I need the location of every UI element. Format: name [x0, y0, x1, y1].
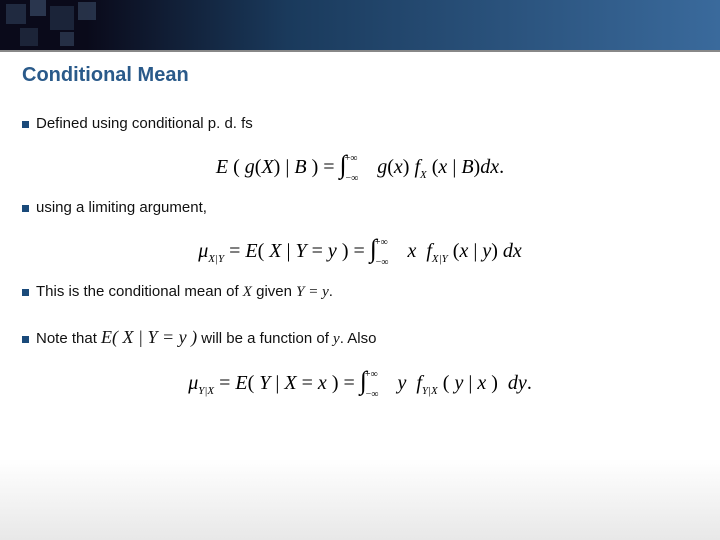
equation-3: μY|X = E( Y | X = x ) = ∫+∞−∞ y fY|X ( y… — [22, 358, 698, 413]
b4-pre: Note that — [36, 330, 101, 347]
equation-1: E ( g(X) | B ) = ∫+∞−∞ g(x) fX (x | B)dx… — [22, 142, 698, 197]
page-title: Conditional Mean — [0, 50, 720, 87]
equation-2: μX|Y = E( X | Y = y ) = ∫+∞−∞ x fX|Y (x … — [22, 226, 698, 281]
bullet-4-text: Note that E( X | Y = y ) will be a funct… — [36, 325, 376, 350]
header-decor — [0, 0, 130, 50]
bullet-2-text: using a limiting argument, — [36, 197, 207, 218]
bullet-3-text: This is the conditional mean of X given … — [36, 281, 333, 303]
b4-post1: will be a function of — [197, 330, 333, 347]
b4-post2: . Also — [340, 330, 377, 347]
b3-post: . — [329, 283, 333, 300]
b4-var: y — [333, 331, 340, 347]
content-area: Defined using conditional p. d. fs E ( g… — [0, 87, 720, 413]
b3-mid: given — [252, 283, 296, 300]
bullet-1-text: Defined using conditional p. d. fs — [36, 113, 253, 134]
bullet-2: using a limiting argument, — [22, 197, 698, 218]
bullet-4: Note that E( X | Y = y ) will be a funct… — [22, 325, 698, 350]
bullet-icon — [22, 205, 29, 212]
bullet-icon — [22, 289, 29, 296]
b3-bold: the conditional mean of — [84, 283, 243, 300]
b4-eq: E( X | Y = y ) — [101, 327, 197, 347]
b3-y: Y = y — [296, 284, 329, 300]
bullet-3: This is the conditional mean of X given … — [22, 281, 698, 303]
bullet-1: Defined using conditional p. d. fs — [22, 113, 698, 134]
b3-x: X — [243, 284, 252, 300]
bullet-icon — [22, 121, 29, 128]
b3-pre: This is — [36, 283, 84, 300]
header-bar — [0, 0, 720, 50]
bullet-icon — [22, 336, 29, 343]
